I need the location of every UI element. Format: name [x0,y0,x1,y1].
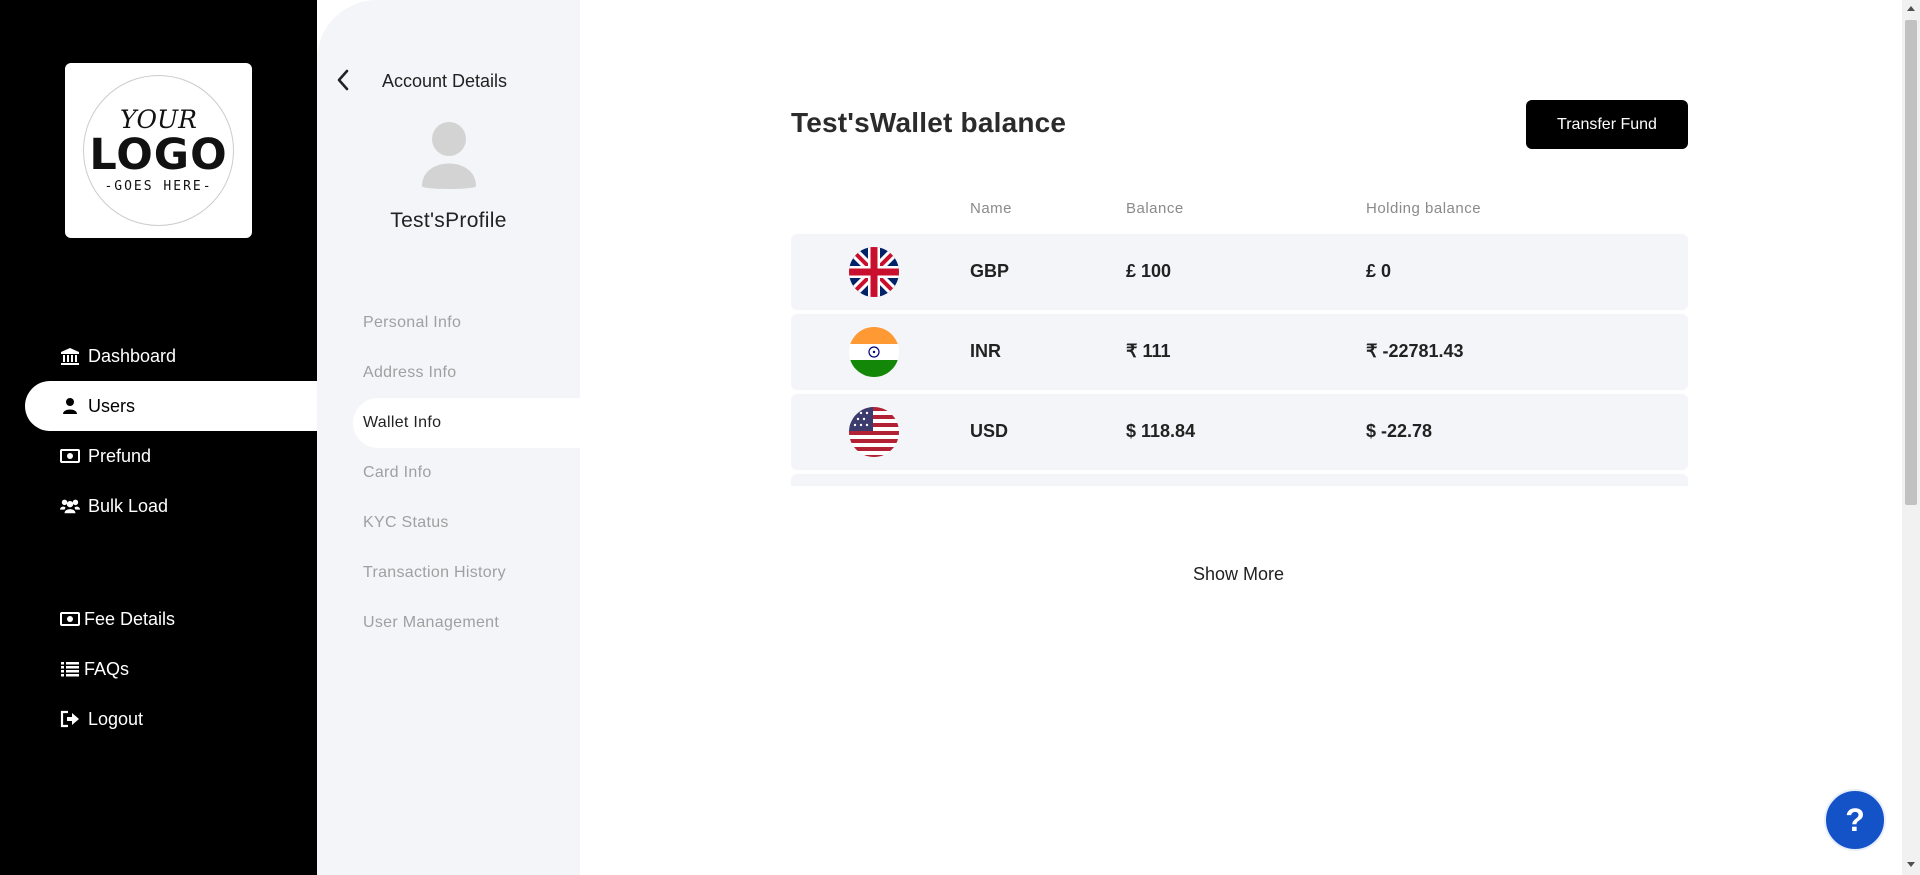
india-flag-icon [849,327,899,377]
transfer-fund-button[interactable]: Transfer Fund [1526,100,1688,149]
show-more-link[interactable]: Show More [1193,564,1284,585]
scrollbar-thumb[interactable] [1905,20,1917,505]
holding-balance-value: $ -22.78 [1366,421,1433,441]
table-row[interactable] [791,474,1688,486]
list-icon [60,659,80,679]
page-scrollbar[interactable] [1902,0,1920,875]
nav-item-fee-details[interactable]: Fee Details [25,594,317,644]
nav-item-users[interactable]: Users [25,381,317,431]
nav-label-dashboard: Dashboard [88,345,177,366]
menu-kyc-status[interactable]: KYC Status [353,498,580,548]
wallet-table[interactable]: GBP £ 100 £ 0 INR ₹ 111 ₹ -22781.43 USD … [791,234,1688,486]
us-flag-icon [849,407,899,457]
table-row[interactable]: GBP £ 100 £ 0 [791,234,1688,310]
menu-address-info[interactable]: Address Info [353,348,580,398]
back-button[interactable] [331,68,355,92]
nav-label-logout: Logout [88,708,144,729]
nav-item-logout[interactable]: Logout [25,694,317,744]
panel-title: Account Details [382,71,508,91]
nav-label-users: Users [88,395,136,416]
menu-personal-info[interactable]: Personal Info [353,298,580,348]
nav-label-fee-details: Fee Details [84,608,176,629]
logo-text-logo: LOGO [89,130,228,180]
logout-icon [60,709,80,729]
bank-icon [60,346,80,366]
nav-label-bulk-load: Bulk Load [88,495,169,516]
column-header-holding-balance: Holding balance [1366,200,1482,217]
menu-transaction-history[interactable]: Transaction History [353,548,580,598]
account-details-panel: Account Details Test'sProfile Personal I… [317,0,580,875]
holding-balance-value: ₹ -22781.43 [1366,341,1464,361]
nav-label-prefund: Prefund [88,445,152,466]
logo[interactable]: YOUR LOGO -GOES HERE- [65,63,252,238]
nav-item-bulk-load[interactable]: Bulk Load [25,481,317,531]
balance-value: £ 100 [1126,261,1172,281]
balance-value: ₹ 111 [1126,341,1171,361]
avatar-icon [419,120,479,190]
nav-item-prefund[interactable]: Prefund [25,431,317,481]
chevron-left-icon [337,69,349,91]
menu-card-info[interactable]: Card Info [353,448,580,498]
currency-name: GBP [970,261,1010,281]
currency-name: USD [970,421,1009,441]
nav-label-faqs: FAQs [84,658,130,679]
help-button[interactable]: ? [1824,789,1886,851]
table-row[interactable]: INR ₹ 111 ₹ -22781.43 [791,314,1688,390]
table-row[interactable]: USD $ 118.84 $ -22.78 [791,394,1688,470]
column-header-balance: Balance [1126,200,1184,217]
uk-flag-icon [849,247,899,297]
balance-value: $ 118.84 [1126,421,1196,441]
column-header-name: Name [970,200,1013,217]
nav-item-dashboard[interactable]: Dashboard [25,331,317,381]
nav-item-faqs[interactable]: FAQs [25,644,317,694]
holding-balance-value: £ 0 [1366,261,1392,281]
scroll-down-icon[interactable] [1907,862,1915,867]
money-icon [60,446,80,466]
menu-user-management[interactable]: User Management [353,598,580,648]
logo-badge: YOUR LOGO -GOES HERE- [83,75,234,226]
logo-text-goes-here: -GOES HERE- [104,179,213,194]
currency-name: INR [970,341,1001,361]
scroll-up-icon[interactable] [1907,6,1915,11]
profile-name: Test'sProfile [390,209,507,232]
users-icon [60,496,80,516]
money-icon [60,609,80,629]
main-sidebar: YOUR LOGO -GOES HERE- Dashboard Users Pr… [0,0,317,875]
page-title: Test'sWallet balance [791,107,1067,138]
user-icon [60,396,80,416]
menu-wallet-info[interactable]: Wallet Info [353,398,580,448]
